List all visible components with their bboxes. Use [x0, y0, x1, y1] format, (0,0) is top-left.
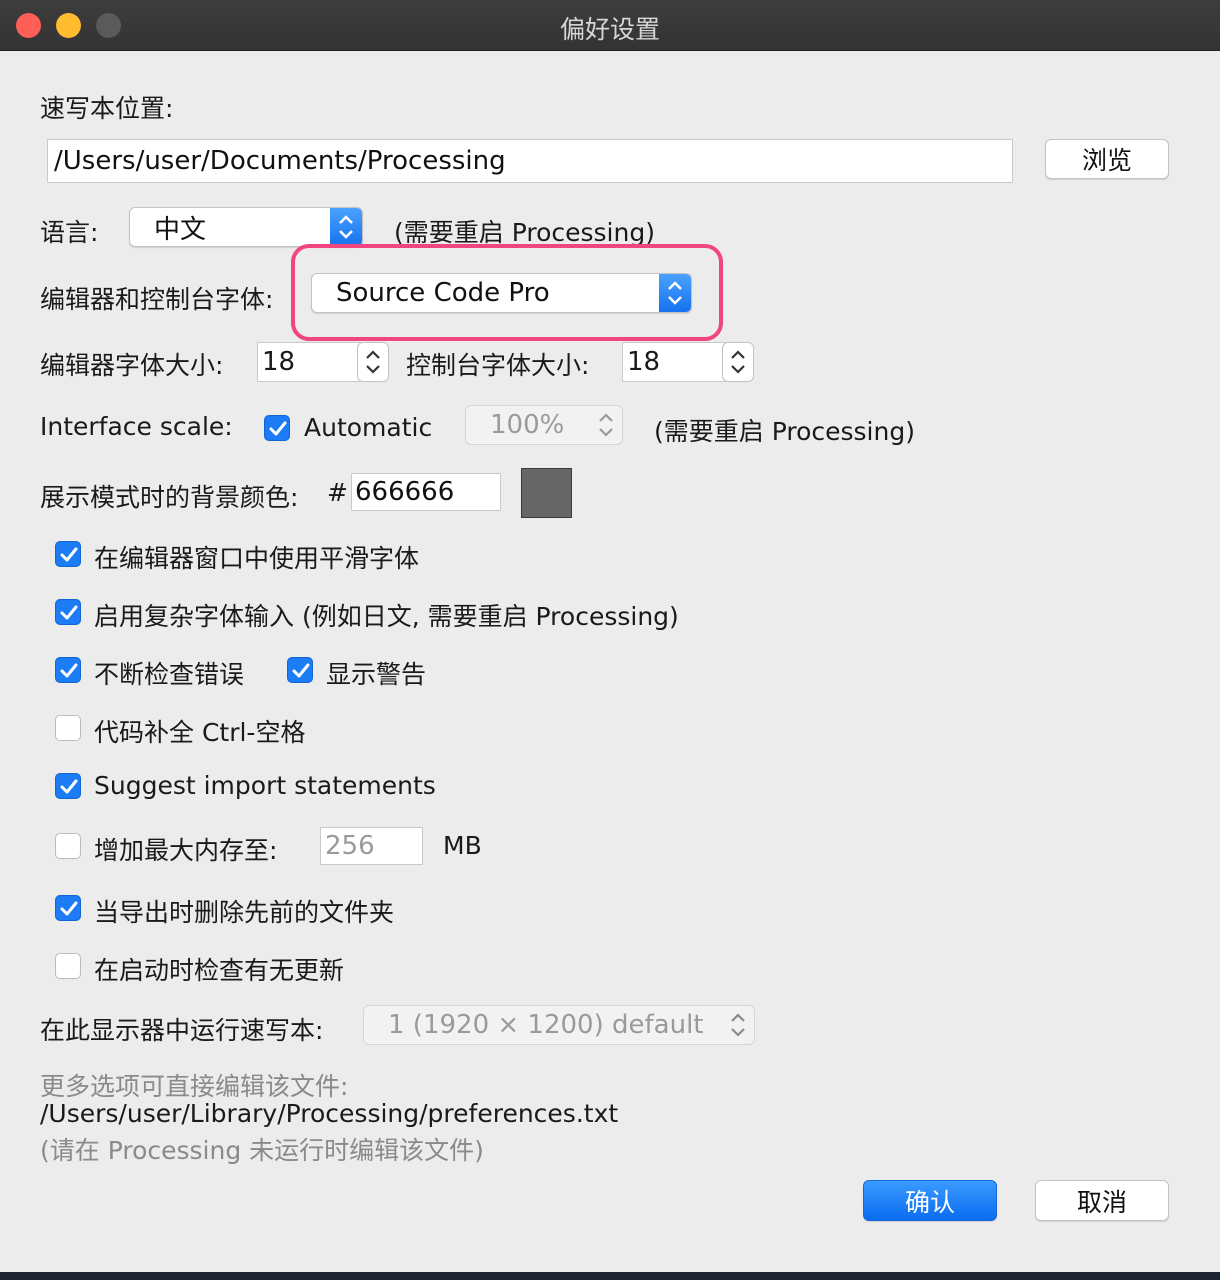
- editor-font-label: 编辑器和控制台字体:: [40, 285, 274, 314]
- select-arrows-icon: [659, 274, 691, 312]
- suggest-imports-checkbox[interactable]: [55, 773, 81, 799]
- editor-font-size-input[interactable]: 18: [257, 342, 361, 382]
- checkmark-icon: [60, 901, 78, 916]
- automatic-scale-label: Automatic: [304, 413, 433, 442]
- memory-input[interactable]: 256: [320, 827, 423, 865]
- automatic-scale-checkbox[interactable]: [264, 415, 290, 441]
- smooth-fonts-label: 在编辑器窗口中使用平滑字体: [94, 544, 420, 573]
- stepper-arrows-icon[interactable]: [357, 342, 389, 382]
- check-updates-checkbox[interactable]: [55, 953, 81, 979]
- continuous-check-label: 不断检查错误: [94, 660, 245, 689]
- select-arrows-icon: [722, 1006, 754, 1051]
- suggest-imports-label: Suggest import statements: [94, 771, 436, 800]
- edit-hint-text: (请在 Processing 未运行时编辑该文件): [40, 1136, 484, 1165]
- code-completion-label: 代码补全 Ctrl-空格: [94, 718, 306, 747]
- checkmark-icon: [60, 547, 78, 562]
- increase-memory-checkbox[interactable]: [55, 833, 81, 859]
- sketchbook-path-input[interactable]: /Users/user/Documents/Processing: [47, 139, 1013, 183]
- scale-restart-note: (需要重启 Processing): [654, 417, 915, 446]
- editor-font-selected: Source Code Pro: [336, 278, 550, 308]
- more-options-text: 更多选项可直接编辑该文件:: [40, 1072, 349, 1101]
- checkmark-icon: [269, 421, 287, 436]
- editor-font-size-stepper[interactable]: 18: [257, 342, 389, 382]
- select-arrows-icon: [590, 406, 622, 451]
- language-label: 语言:: [40, 218, 99, 247]
- preferences-path: /Users/user/Library/Processing/preferenc…: [40, 1099, 619, 1128]
- sketchbook-label: 速写本位置:: [40, 94, 174, 123]
- console-font-size-label: 控制台字体大小:: [406, 351, 590, 380]
- interface-scale-label: Interface scale:: [40, 412, 233, 441]
- language-selected: 中文: [154, 214, 207, 245]
- cancel-button[interactable]: 取消: [1035, 1180, 1169, 1221]
- stepper-arrows-icon[interactable]: [722, 342, 754, 382]
- editor-font-size-label: 编辑器字体大小:: [40, 351, 224, 380]
- select-arrows-icon: [330, 208, 362, 246]
- checkmark-icon: [60, 779, 78, 794]
- language-select[interactable]: 中文: [129, 207, 363, 247]
- display-selected: 1 (1920 × 1200) default: [388, 1010, 704, 1040]
- preferences-window: 偏好设置 速写本位置: /Users/user/Documents/Proces…: [0, 0, 1220, 1272]
- console-font-size-input[interactable]: 18: [622, 342, 726, 382]
- complex-input-label: 启用复杂字体输入 (例如日文, 需要重启 Processing): [94, 602, 679, 631]
- hash-symbol: #: [327, 478, 348, 507]
- code-completion-checkbox[interactable]: [55, 715, 81, 741]
- browse-button[interactable]: 浏览: [1045, 139, 1169, 179]
- check-updates-label: 在启动时检查有无更新: [94, 956, 345, 985]
- complex-input-checkbox[interactable]: [55, 599, 81, 625]
- smooth-fonts-checkbox[interactable]: [55, 541, 81, 567]
- console-font-size-stepper[interactable]: 18: [622, 342, 754, 382]
- memory-unit: MB: [443, 831, 482, 860]
- checkmark-icon: [60, 605, 78, 620]
- continuous-check-checkbox[interactable]: [55, 657, 81, 683]
- display-label: 在此显示器中运行速写本:: [40, 1016, 324, 1045]
- interface-scale-select[interactable]: 100%: [465, 405, 623, 445]
- color-swatch[interactable]: [521, 468, 572, 518]
- presentation-bg-label: 展示模式时的背景颜色:: [40, 483, 299, 512]
- checkmark-icon: [60, 663, 78, 678]
- editor-font-select[interactable]: Source Code Pro: [311, 273, 692, 313]
- increase-memory-label: 增加最大内存至:: [94, 836, 278, 865]
- title-bar: 偏好设置: [0, 0, 1220, 51]
- show-warnings-checkbox[interactable]: [287, 657, 313, 683]
- delete-previous-label: 当导出时删除先前的文件夹: [94, 898, 395, 927]
- show-warnings-label: 显示警告: [326, 660, 427, 689]
- interface-scale-value: 100%: [490, 410, 565, 440]
- presentation-color-input[interactable]: 666666: [351, 473, 501, 511]
- window-title: 偏好设置: [559, 15, 660, 44]
- display-select[interactable]: 1 (1920 × 1200) default: [363, 1005, 755, 1045]
- ok-button[interactable]: 确认: [863, 1180, 997, 1221]
- checkmark-icon: [292, 663, 310, 678]
- delete-previous-checkbox[interactable]: [55, 895, 81, 921]
